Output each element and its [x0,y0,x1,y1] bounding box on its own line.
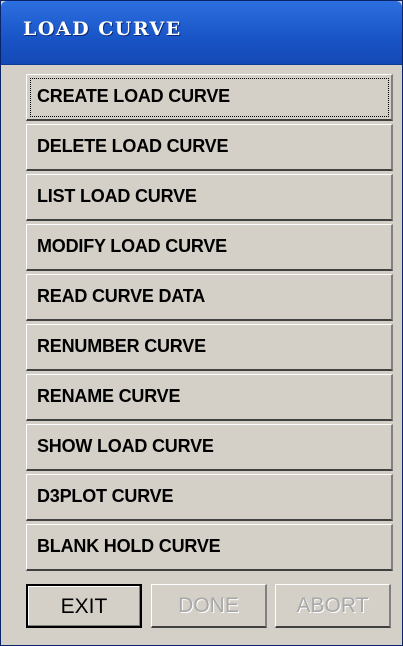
create-load-curve-button[interactable]: CREATE LOAD CURVE [26,74,393,121]
blank-hold-curve-button[interactable]: BLANK HOLD CURVE [26,524,393,571]
rename-curve-button[interactable]: RENAME CURVE [26,374,393,421]
d3plot-curve-button[interactable]: D3PLOT CURVE [26,474,393,521]
window-title: LOAD CURVE [23,18,182,40]
delete-load-curve-button[interactable]: DELETE LOAD CURVE [26,124,393,171]
title-bar[interactable]: LOAD CURVE [1,1,402,65]
list-load-curve-button[interactable]: LIST LOAD CURVE [26,174,393,221]
renumber-curve-button[interactable]: RENUMBER CURVE [26,324,393,371]
exit-button[interactable]: EXIT [26,584,142,628]
load-curve-window: LOAD CURVE CREATE LOAD CURVE DELETE LOAD… [0,0,403,646]
dialog-button-row: EXIT DONE ABORT [1,584,402,634]
modify-load-curve-button[interactable]: MODIFY LOAD CURVE [26,224,393,271]
done-button[interactable]: DONE [151,584,267,628]
abort-button[interactable]: ABORT [275,584,391,628]
menu-list: CREATE LOAD CURVE DELETE LOAD CURVE LIST… [1,74,402,576]
show-load-curve-button[interactable]: SHOW LOAD CURVE [26,424,393,471]
read-curve-data-button[interactable]: READ CURVE DATA [26,274,393,321]
